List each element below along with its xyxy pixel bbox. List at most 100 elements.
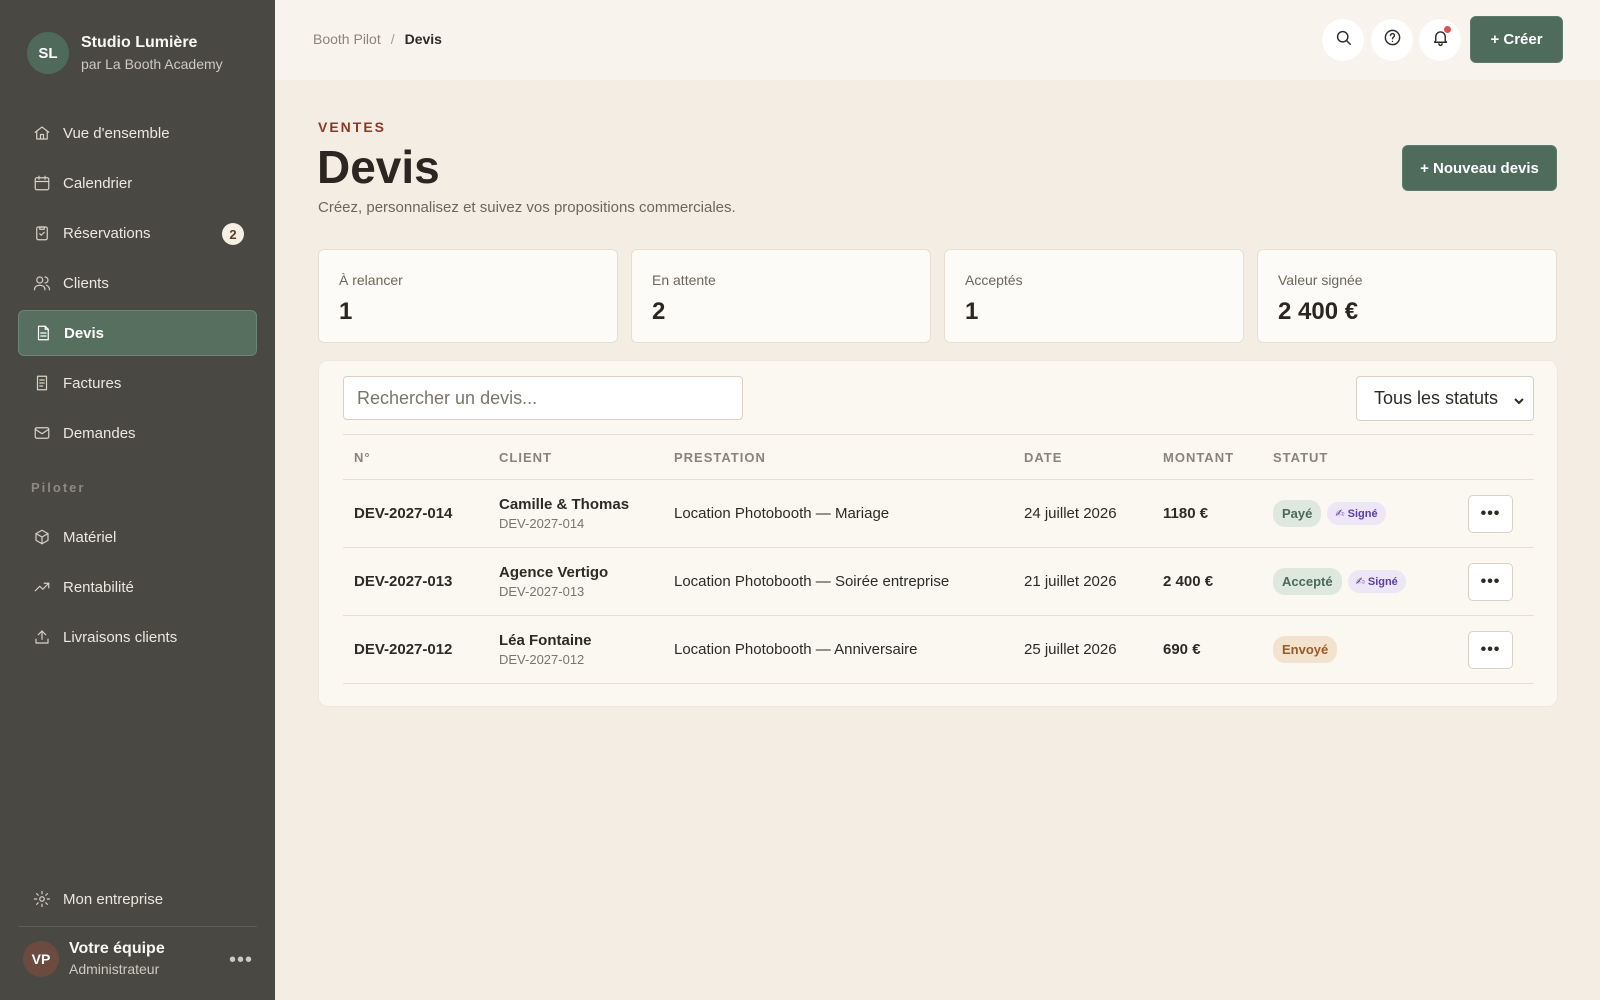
client-cell: Camille & Thomas DEV-2027-014 — [488, 479, 663, 548]
clipboard-check-icon — [33, 224, 51, 242]
client-cell: Léa Fontaine DEV-2027-012 — [488, 615, 663, 684]
page-title: Devis — [317, 141, 440, 193]
brand-name: Studio Lumière — [81, 34, 198, 51]
stat-card-signed-value: Valeur signée 2 400 € — [1257, 249, 1557, 343]
sidebar-item-demandes[interactable]: Demandes — [18, 410, 257, 456]
client-reference: DEV-2027-012 — [499, 652, 585, 667]
help-icon — [1383, 28, 1402, 52]
column-header-amount[interactable]: MONTANT — [1152, 434, 1262, 480]
sidebar-item-label: Devis — [64, 324, 105, 342]
stat-label: Acceptés — [965, 272, 1023, 288]
service-cell: Location Photobooth — Mariage — [663, 479, 1013, 548]
sidebar-item-label: Clients — [63, 274, 109, 292]
stat-card-pending: En attente 2 — [631, 249, 931, 343]
search-input[interactable] — [343, 376, 743, 420]
quote-number: DEV-2027-012 — [343, 615, 488, 684]
quotes-panel: Tous les statuts N° CLIENT PRESTATION DA… — [318, 360, 1558, 707]
users-icon — [33, 274, 51, 292]
row-actions-button[interactable]: ••• — [1468, 630, 1513, 669]
sidebar-item-settings[interactable]: Mon entreprise — [18, 876, 257, 922]
new-quote-button[interactable]: + Nouveau devis — [1402, 145, 1557, 191]
sidebar-item-livraisons[interactable]: Livraisons clients — [18, 614, 257, 660]
column-header-client[interactable]: CLIENT — [488, 434, 663, 480]
column-header-date[interactable]: DATE — [1013, 434, 1152, 480]
sidebar-item-label: Factures — [63, 374, 122, 392]
amount-cell: 690 € — [1152, 615, 1262, 684]
sidebar-item-reservations[interactable]: Réservations 2 — [18, 210, 257, 256]
sidebar-item-label: Mon entreprise — [63, 890, 164, 908]
notifications-button[interactable] — [1419, 19, 1461, 61]
quote-number: DEV-2027-014 — [343, 479, 488, 548]
stats-row: À relancer 1 En attente 2 Acceptés 1 Val… — [318, 249, 1557, 343]
stat-value: 1 — [965, 298, 979, 325]
actions-cell: ••• — [1457, 547, 1534, 616]
sidebar-item-overview[interactable]: Vue d'ensemble — [18, 110, 257, 156]
brand[interactable]: SL Studio Lumière par La Booth Academy — [27, 32, 223, 74]
status-cell: Accepté ✍ Signé — [1262, 547, 1457, 616]
help-button[interactable] — [1371, 19, 1413, 61]
status-filter-select[interactable]: Tous les statuts — [1356, 376, 1534, 421]
row-actions-button[interactable]: ••• — [1468, 494, 1513, 533]
sidebar-item-calendar[interactable]: Calendrier — [18, 160, 257, 206]
home-icon — [33, 124, 51, 142]
sidebar-item-materiel[interactable]: Matériel — [18, 514, 257, 560]
stat-value: 1 — [339, 298, 353, 325]
sidebar-item-label: Calendrier — [63, 174, 133, 192]
search-button[interactable] — [1322, 19, 1364, 61]
avatar: VP — [23, 940, 59, 977]
row-actions-button[interactable]: ••• — [1468, 562, 1513, 601]
service-cell: Location Photobooth — Soirée entreprise — [663, 547, 1013, 616]
client-reference: DEV-2027-013 — [499, 584, 585, 599]
receipt-icon — [33, 374, 51, 392]
table-row[interactable]: DEV-2027-013 Agence Vertigo DEV-2027-013… — [343, 547, 1534, 616]
breadcrumb-current: Devis — [404, 31, 442, 47]
client-name: Agence Vertigo — [499, 564, 609, 581]
status-filter-value: Tous les statuts — [1374, 388, 1499, 408]
breadcrumb-root[interactable]: Booth Pilot — [313, 31, 381, 47]
status-cell: Envoyé — [1262, 615, 1457, 684]
brand-avatar: SL — [27, 32, 69, 74]
sidebar-item-label: Rentabilité — [63, 578, 134, 596]
brand-subtitle: par La Booth Academy — [81, 56, 223, 72]
status-badge: Payé — [1273, 500, 1322, 527]
sidebar: SL Studio Lumière par La Booth Academy V… — [0, 0, 275, 1000]
table-row[interactable]: DEV-2027-014 Camille & Thomas DEV-2027-0… — [343, 479, 1534, 548]
client-name: Léa Fontaine — [499, 632, 592, 649]
page-subtitle: Créez, personnalisez et suivez vos propo… — [318, 199, 736, 216]
client-cell: Agence Vertigo DEV-2027-013 — [488, 547, 663, 616]
sidebar-item-clients[interactable]: Clients — [18, 260, 257, 306]
status-badge: Envoyé — [1273, 636, 1338, 663]
sidebar-item-factures[interactable]: Factures — [18, 360, 257, 406]
stat-label: Valeur signée — [1278, 272, 1363, 288]
sidebar-item-label: Réservations — [63, 224, 151, 242]
user-menu-more-icon[interactable]: ••• — [229, 949, 253, 972]
upload-icon — [33, 628, 51, 646]
user-profile[interactable]: VP Votre équipe Administrateur ••• — [23, 940, 253, 977]
reservations-count-badge: 2 — [222, 223, 244, 245]
column-header-service[interactable]: PRESTATION — [663, 434, 1013, 480]
create-button[interactable]: + Créer — [1470, 16, 1563, 63]
sidebar-item-label: Livraisons clients — [63, 628, 178, 646]
table-row[interactable]: DEV-2027-012 Léa Fontaine DEV-2027-012 L… — [343, 615, 1534, 684]
section-eyebrow: VENTES — [318, 119, 387, 135]
column-header-actions — [1457, 434, 1534, 480]
user-name: Votre équipe — [69, 940, 165, 957]
sidebar-nav: Vue d'ensemble Calendrier Réservations 2… — [18, 110, 257, 664]
stat-value: 2 — [652, 298, 666, 325]
column-header-number[interactable]: N° — [343, 434, 488, 480]
search-icon — [1334, 28, 1353, 52]
table-header-row: N° CLIENT PRESTATION DATE MONTANT STATUT — [343, 434, 1534, 480]
mail-icon — [33, 424, 51, 442]
breadcrumb-separator: / — [390, 31, 395, 47]
sidebar-item-devis[interactable]: Devis — [18, 310, 257, 356]
topbar: Booth Pilot / Devis + Créer — [275, 0, 1600, 80]
client-reference: DEV-2027-014 — [499, 516, 585, 531]
trending-up-icon — [33, 578, 51, 596]
column-header-status[interactable]: STATUT — [1262, 434, 1457, 480]
status-badge: Accepté — [1273, 568, 1342, 595]
gear-icon — [33, 890, 51, 908]
actions-cell: ••• — [1457, 479, 1534, 548]
sidebar-item-rentabilite[interactable]: Rentabilité — [18, 564, 257, 610]
date-cell: 24 juillet 2026 — [1013, 479, 1152, 548]
notification-dot — [1444, 26, 1451, 33]
